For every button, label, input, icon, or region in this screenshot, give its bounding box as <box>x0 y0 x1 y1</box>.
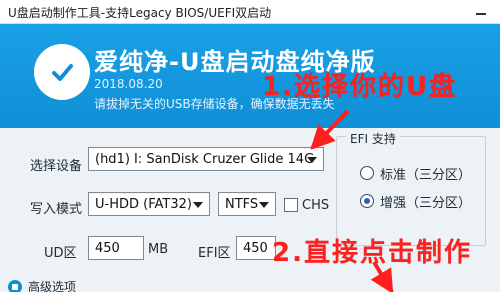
title-bar: U盘启动制作工具-支持Legacy BIOS/UEFI双启动 <box>0 0 500 24</box>
write-mode-value: U-HDD (FAT32) <box>95 196 192 212</box>
radio-efi-enhanced[interactable] <box>360 194 374 208</box>
chevron-down-icon <box>259 200 269 210</box>
chs-label: CHS <box>302 198 330 213</box>
efi-size-input[interactable]: 450 <box>236 236 276 260</box>
app-hint: 请拔掉无关的USB存储设备，确保数据无丢失 <box>94 97 335 111</box>
check-circle-icon <box>34 44 90 100</box>
write-mode-select[interactable]: U-HDD (FAT32) <box>88 192 210 216</box>
filesystem-value: NTFS <box>225 196 259 212</box>
window-title: U盘启动制作工具-支持Legacy BIOS/UEFI双启动 <box>8 6 272 20</box>
advanced-label: 高级选项 <box>28 280 77 292</box>
efi-support-group <box>336 136 486 246</box>
ud-size-input[interactable]: 450 <box>88 236 144 260</box>
ud-size-value: 450 <box>95 240 120 256</box>
radio-efi-standard-label: 标准（三分区） <box>380 168 472 183</box>
app-header: 爱纯净-U盘启动盘纯净版 2018.08.20 请拔掉无关的USB存储设备，确保… <box>0 24 500 128</box>
efi-size-value: 450 <box>243 240 268 256</box>
ud-unit: MB <box>148 242 169 257</box>
app-version: 2018.08.20 <box>94 77 163 91</box>
radio-efi-standard[interactable] <box>360 166 374 180</box>
radio-efi-enhanced-label: 增强（三分区） <box>380 196 472 211</box>
select-device-label: 选择设备 <box>30 159 83 174</box>
device-select[interactable]: (hd1) I: SanDisk Cruzer Glide 14G <box>88 147 324 171</box>
efi-label: EFI区 <box>198 246 231 261</box>
advanced-icon <box>8 279 22 292</box>
efi-support-title: EFI 支持 <box>346 130 400 147</box>
device-select-value: (hd1) I: SanDisk Cruzer Glide 14G <box>95 151 315 167</box>
ud-label: UD区 <box>44 246 77 261</box>
minimize-icon[interactable] <box>474 8 488 18</box>
chs-checkbox[interactable] <box>284 198 298 212</box>
write-mode-label: 写入模式 <box>30 202 83 217</box>
app-title: 爱纯净-U盘启动盘纯净版 <box>94 48 376 76</box>
advanced-options[interactable]: 高级选项 <box>8 278 76 292</box>
filesystem-select[interactable]: NTFS <box>218 192 276 216</box>
chevron-down-icon <box>193 200 203 210</box>
chevron-down-icon <box>307 155 317 165</box>
